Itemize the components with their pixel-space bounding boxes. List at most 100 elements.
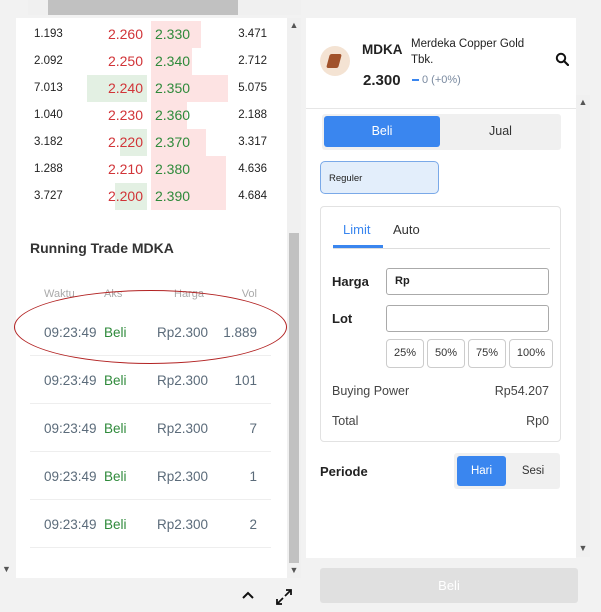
bid-volume: 7.013 [34,82,63,94]
bid-volume: 3.727 [34,190,63,202]
total-value: Rp0 [526,414,549,428]
ask-volume: 2.188 [238,109,267,121]
bid-volume: 1.288 [34,163,63,175]
right-scroll-up-arrow-icon[interactable]: ▲ [576,97,590,107]
outer-scroll-down-arrow-icon[interactable]: ▼ [2,564,11,574]
pct-75-button[interactable]: 75% [468,339,506,368]
expand-icon[interactable] [275,588,293,606]
period-label: Periode [320,464,368,479]
buy-sell-toggle: Beli Jual [322,114,561,150]
trade-action: Beli [104,373,127,388]
ask-price[interactable]: 2.360 [155,107,190,123]
order-panel: MDKA Merdeka Copper Gold Tbk. 2.300 0 (+… [306,18,576,558]
ask-price[interactable]: 2.370 [155,134,190,150]
tab-sell[interactable]: Jual [442,116,559,147]
trade-time: 09:23:49 [44,517,97,532]
orderbook-row[interactable]: 7.013 2.240 2.350 5.075 [16,75,287,102]
running-trade-header-vol: Vol [241,288,257,300]
order-form-card: Limit Auto Harga Rp Lot 25% 50% 75% 100%… [320,206,561,442]
ask-volume: 3.471 [238,28,267,40]
running-trade-row[interactable]: 09:23:49 Beli Rp2.300 7 [30,404,271,452]
price-input[interactable]: Rp [386,268,549,295]
running-trade-row[interactable]: 09:23:49 Beli Rp2.300 2 [30,500,271,548]
search-icon[interactable] [555,52,569,66]
lot-label: Lot [332,311,353,326]
trade-price: Rp2.300 [157,469,209,484]
ask-price[interactable]: 2.390 [155,188,190,204]
bid-price[interactable]: 2.260 [67,26,147,42]
left-scrollbar-thumb[interactable] [289,233,299,563]
trade-volume: 101 [234,373,257,388]
ask-volume: 2.712 [238,55,267,67]
stock-price: 2.300 [363,72,401,89]
pct-25-button[interactable]: 25% [386,339,424,368]
orderbook-row[interactable]: 3.727 2.200 2.390 4.684 [16,183,287,210]
ask-volume: 4.684 [238,190,267,202]
lot-input[interactable] [386,305,549,332]
price-change-value: 0 (+0%) [422,74,461,86]
orderbook-divider [149,18,151,215]
ask-price[interactable]: 2.330 [155,26,190,42]
tab-divider [333,248,550,249]
submit-buy-button[interactable]: Beli [320,568,578,603]
period-toggle: Hari Sesi [454,453,560,489]
trade-time: 09:23:49 [44,469,97,484]
bid-volume: 1.040 [34,109,63,121]
header-divider [306,108,576,109]
trade-volume: 7 [249,421,257,436]
trade-volume: 1 [249,469,257,484]
tab-buy[interactable]: Beli [324,116,440,147]
bid-price[interactable]: 2.250 [67,53,147,69]
trade-volume: 2 [249,517,257,532]
orderbook-row[interactable]: 1.193 2.260 2.330 3.471 [16,21,287,48]
orderbook-row[interactable]: 2.092 2.250 2.340 2.712 [16,48,287,75]
horizontal-scrollbar-thumb[interactable] [48,0,238,15]
bid-volume: 3.182 [34,136,63,148]
chevron-up-icon[interactable] [240,589,256,601]
bid-volume: 1.193 [34,28,63,40]
board-reguler-button[interactable]: Reguler [320,161,439,194]
bid-volume: 2.092 [34,55,63,67]
trade-time: 09:23:49 [44,421,97,436]
trade-price: Rp2.300 [157,421,209,436]
pct-100-button[interactable]: 100% [509,339,553,368]
period-day-button[interactable]: Hari [457,456,506,486]
pct-50-button[interactable]: 50% [427,339,465,368]
ask-volume: 3.317 [238,136,267,148]
horizontal-scrollbar[interactable] [28,0,301,15]
left-vertical-scrollbar[interactable]: ▲ ▼ [287,18,301,578]
highlight-ellipse-annotation [14,290,287,364]
orderbook-row[interactable]: 1.288 2.210 2.380 4.636 [16,156,287,183]
trade-action: Beli [104,469,127,484]
orderbook-row[interactable]: 1.040 2.230 2.360 2.188 [16,102,287,129]
bid-price[interactable]: 2.210 [67,161,147,177]
ask-price[interactable]: 2.340 [155,53,190,69]
company-logo [320,46,350,76]
price-change: 0 (+0%) [412,74,461,86]
scroll-down-arrow-icon[interactable]: ▼ [287,565,301,575]
right-scroll-down-arrow-icon[interactable]: ▼ [576,543,590,553]
trade-price: Rp2.300 [157,373,209,388]
trade-action: Beli [104,421,127,436]
unchanged-dash-icon [412,79,419,82]
running-trade-row[interactable]: 09:23:49 Beli Rp2.300 1 [30,452,271,500]
trade-action: Beli [104,517,127,532]
period-session-button[interactable]: Sesi [508,456,558,486]
ask-price[interactable]: 2.350 [155,80,190,96]
bid-price[interactable]: 2.240 [67,80,147,96]
ask-volume: 4.636 [238,163,267,175]
trade-price: Rp2.300 [157,517,209,532]
tab-auto[interactable]: Auto [393,222,420,237]
orderbook-row[interactable]: 3.182 2.220 2.370 3.317 [16,129,287,156]
bid-price[interactable]: 2.230 [67,107,147,123]
buying-power-value: Rp54.207 [494,384,549,398]
ask-volume: 5.075 [238,82,267,94]
buying-power-label: Buying Power [332,384,410,398]
scroll-up-arrow-icon[interactable]: ▲ [287,20,301,30]
bid-price[interactable]: 2.220 [67,134,147,150]
trade-time: 09:23:49 [44,373,97,388]
total-label: Total [332,414,359,428]
ask-price[interactable]: 2.380 [155,161,190,177]
bid-price[interactable]: 2.200 [67,188,147,204]
right-vertical-scrollbar[interactable]: ▲ ▼ [576,95,590,557]
